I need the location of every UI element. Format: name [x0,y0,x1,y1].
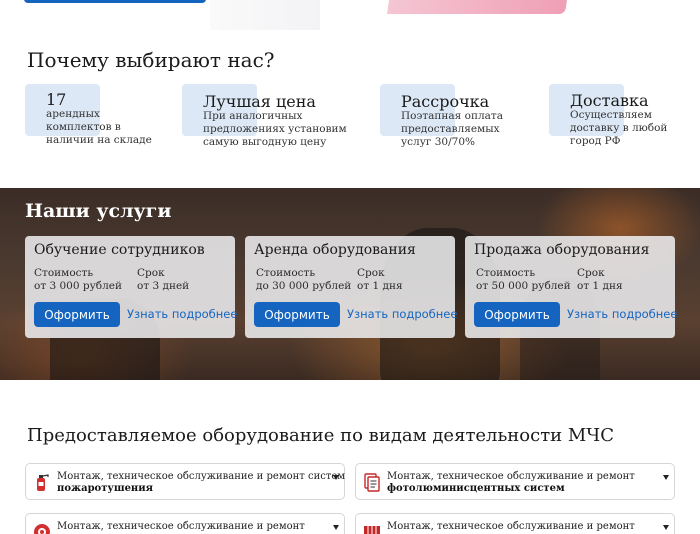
radiator-icon [364,526,380,534]
equipment-item-alarm[interactable]: Монтаж, техническое обслуживание и ремон… [25,513,345,534]
equipment-item-photoluminescent[interactable]: Монтаж, техническое обслуживание и ремон… [355,463,675,500]
term-block: Срок от 1 дня [357,267,403,292]
services-section: Наши услуги Обучение сотрудников Стоимос… [0,188,700,380]
feature-desc: Осуществляем доставку в любой город РФ [570,109,668,147]
caret-down-icon[interactable] [663,475,669,480]
alarm-icon [34,524,50,534]
cropped-decoration [387,0,567,14]
learn-more-link[interactable]: Узнать подробнее [127,307,237,321]
feature-head: Рассрочка [401,92,490,111]
order-button[interactable]: Оформить [254,302,340,327]
caret-down-icon[interactable] [333,475,339,480]
equipment-item-text: Монтаж, техническое обслуживание и ремон… [387,521,635,532]
why-choose-title: Почему выбирают нас? [27,48,275,72]
service-card-title: Продажа оборудования [474,242,650,258]
term-block: Срок от 1 дня [577,267,623,292]
service-card-sale: Продажа оборудования Стоимость от 50 000 … [465,236,677,338]
order-button[interactable]: Оформить [474,302,560,327]
equipment-item-text: Монтаж, техническое обслуживание и ремон… [57,521,305,532]
equipment-item-subject: фотолюминисцентных систем [387,483,565,494]
services-title: Наши услуги [25,200,172,222]
caret-down-icon[interactable] [663,525,669,530]
feature-desc: арендных комплектов в наличии на складе [46,108,152,146]
cost-block: Стоимость до 30 000 рублей [256,267,352,292]
cropped-image [210,0,320,30]
cost-block: Стоимость от 3 000 рублей [34,267,122,292]
equipment-item-radiator[interactable]: Монтаж, техническое обслуживание и ремон… [355,513,675,534]
learn-more-link[interactable]: Узнать подробнее [567,307,677,321]
equipment-title: Предоставляемое оборудование по видам де… [27,425,614,446]
feature-desc: При аналогичных предложениях установим сам… [203,110,347,148]
equipment-item-fire-suppression[interactable]: Монтаж, техническое обслуживание и ремон… [25,463,345,500]
equipment-item-text: Монтаж, техническое обслуживание и ремон… [57,471,346,482]
documents-icon [364,473,380,492]
feature-head: Доставка [570,91,649,110]
feature-desc: Поэтапная оплата предоставляемых услуг 30/… [401,110,503,148]
equipment-item-text: Монтаж, техническое обслуживание и ремон… [387,471,635,482]
service-card-title: Обучение сотрудников [34,242,205,258]
equipment-item-subject: пожаротушения [57,483,154,494]
service-card-rent: Аренда оборудования Стоимость до 30 000 р… [245,236,457,338]
feature-head: 17 [46,90,67,109]
fire-extinguisher-icon [37,474,49,491]
cropped-button[interactable] [24,0,206,3]
order-button[interactable]: Оформить [34,302,120,327]
service-card-title: Аренда оборудования [254,242,416,258]
cost-block: Стоимость от 50 000 рублей [476,267,571,292]
learn-more-link[interactable]: Узнать подробнее [347,307,457,321]
service-card-training: Обучение сотрудников Стоимость от 3 000 р… [25,236,237,338]
caret-down-icon[interactable] [333,525,339,530]
feature-head: Лучшая цена [203,92,316,111]
term-block: Срок от 3 дней [137,267,190,292]
